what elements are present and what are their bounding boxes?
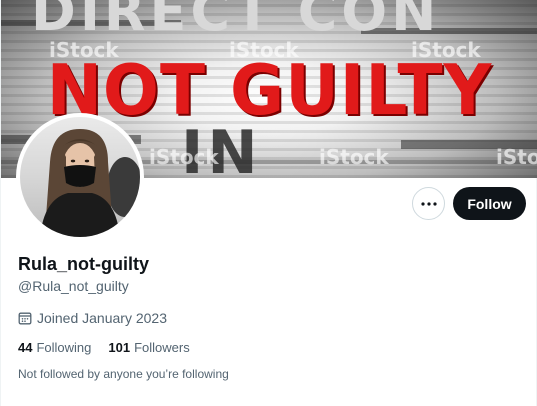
banner-watermark: iStock bbox=[49, 38, 119, 62]
profile-page: DIRECT CON NOT GUILTY IN iStock iStock i… bbox=[0, 0, 537, 406]
follow-stats: 44 Following 101 Followers bbox=[18, 340, 190, 355]
avatar-person-icon bbox=[40, 129, 140, 237]
followers-count: 101 bbox=[108, 340, 131, 355]
user-handle: @Rula_not_guilty bbox=[18, 278, 129, 294]
more-options-button[interactable] bbox=[412, 187, 445, 220]
banner-watermark: iStock bbox=[149, 145, 219, 169]
followers-link[interactable]: 101 Followers bbox=[108, 340, 189, 355]
avatar[interactable] bbox=[16, 113, 144, 241]
following-link[interactable]: 44 Following bbox=[18, 340, 91, 355]
banner-watermark: iStock bbox=[411, 38, 481, 62]
followed-by-text: Not followed by anyone you’re following bbox=[18, 367, 229, 381]
following-label: Following bbox=[36, 340, 92, 355]
banner-ghost-text-top: DIRECT CON bbox=[31, 0, 441, 43]
following-count: 44 bbox=[18, 340, 33, 355]
calendar-icon bbox=[18, 312, 32, 325]
more-horizontal-icon bbox=[420, 201, 437, 206]
joined-text: Joined January 2023 bbox=[37, 310, 167, 326]
display-name: Rula_not-guilty bbox=[18, 254, 149, 274]
banner-watermark: iStock bbox=[229, 38, 299, 62]
follow-button[interactable]: Follow bbox=[453, 187, 526, 220]
banner-watermark: iStock bbox=[319, 145, 389, 169]
joined-date: Joined January 2023 bbox=[18, 310, 167, 326]
avatar-photo bbox=[20, 117, 140, 237]
banner-watermark: iStock bbox=[496, 145, 537, 169]
followers-label: Followers bbox=[134, 340, 190, 355]
